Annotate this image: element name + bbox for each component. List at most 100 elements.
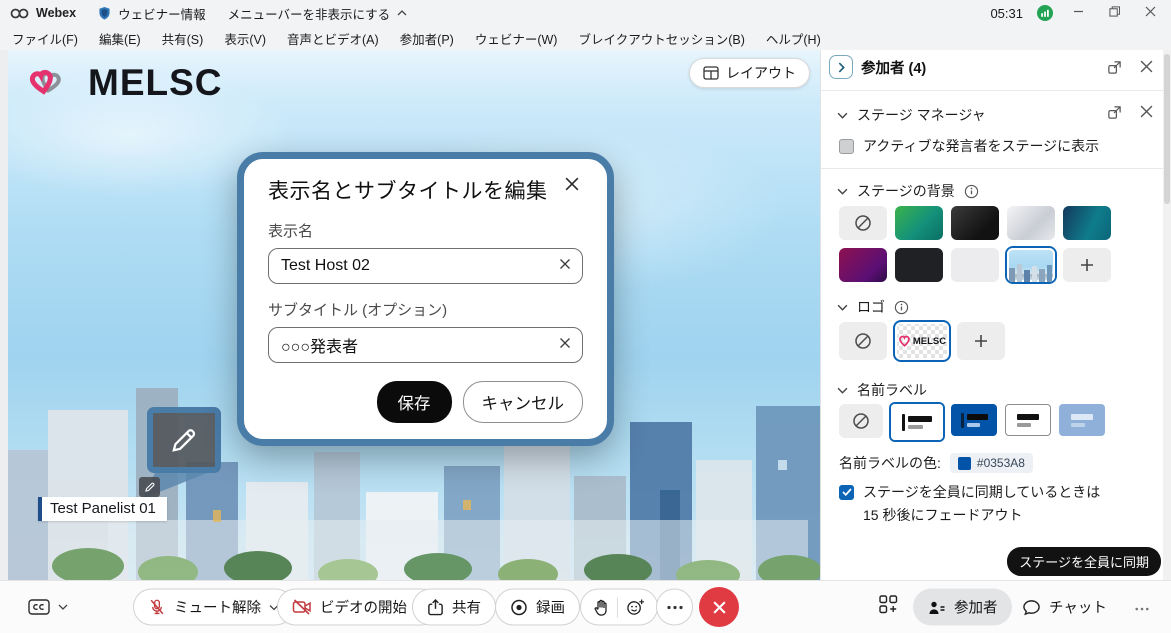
background-swatch-dark[interactable] xyxy=(951,206,999,240)
display-name-input[interactable] xyxy=(268,248,583,284)
plus-icon xyxy=(1079,257,1095,273)
stage-manager-close-icon[interactable] xyxy=(1140,105,1153,123)
menu-file[interactable]: ファイル(F) xyxy=(12,29,78,48)
menu-edit[interactable]: 編集(E) xyxy=(99,29,141,48)
title-bar: Webex ウェビナー情報 メニューバーを非表示にする 05:31 xyxy=(0,0,1171,26)
stage-manager-title: ステージ マネージャ xyxy=(857,105,986,125)
name-label-section-title: 名前ラベル xyxy=(857,380,927,400)
logo-swatch-none[interactable] xyxy=(839,322,887,360)
background-swatch-magenta[interactable] xyxy=(839,248,887,282)
name-label-color-value: #0353A8 xyxy=(977,456,1025,470)
hide-menu-bar-button[interactable]: メニューバーを非表示にする xyxy=(228,4,408,23)
menu-audio-video[interactable]: 音声とビデオ(A) xyxy=(287,29,379,48)
clear-subtitle-icon[interactable] xyxy=(559,336,571,352)
display-name-label: 表示名 xyxy=(268,220,583,241)
background-swatch-none[interactable] xyxy=(839,206,887,240)
dialog-close-button[interactable] xyxy=(561,175,583,196)
participants-toggle-button[interactable]: 参加者 xyxy=(913,589,1012,626)
sync-fade-checkbox[interactable] xyxy=(839,485,854,500)
unmute-label: ミュート解除 xyxy=(174,597,261,618)
minimize-button[interactable] xyxy=(1067,6,1089,20)
stage-manager-chevron-icon[interactable] xyxy=(837,112,848,119)
background-swatch-charcoal[interactable] xyxy=(895,248,943,282)
menu-share[interactable]: 共有(S) xyxy=(162,29,204,48)
record-label: 録画 xyxy=(536,597,565,618)
background-swatch-silver[interactable] xyxy=(1007,206,1055,240)
menu-participants[interactable]: 参加者(P) xyxy=(400,29,454,48)
name-label-style-bar-blue[interactable] xyxy=(951,404,997,436)
panel-scrollbar[interactable] xyxy=(1163,50,1171,580)
close-window-button[interactable] xyxy=(1139,6,1161,20)
melsc-heart-icon xyxy=(26,60,78,106)
restore-button[interactable] xyxy=(1103,6,1125,20)
layout-button[interactable]: レイアウト xyxy=(689,58,810,88)
captions-button[interactable] xyxy=(28,598,68,616)
leave-meeting-button[interactable] xyxy=(699,587,739,627)
edit-name-button[interactable] xyxy=(139,477,160,497)
panelist-name-label: Test Panelist 01 xyxy=(38,497,167,521)
video-stage: MELSC レイアウト Test Paneli xyxy=(8,50,820,580)
active-speaker-checkbox[interactable] xyxy=(839,139,854,154)
menu-view[interactable]: 表示(V) xyxy=(224,29,266,48)
name-label-style-plain-light[interactable] xyxy=(1005,404,1051,436)
edit-name-callout xyxy=(147,407,221,473)
chevron-up-icon xyxy=(397,10,407,16)
name-label-color-chip[interactable]: #0353A8 xyxy=(950,453,1033,473)
melsc-mini-heart-icon xyxy=(898,335,911,347)
unmute-button[interactable]: ミュート解除 xyxy=(133,589,294,626)
name-label-color-caption: 名前ラベルの色: xyxy=(839,453,941,473)
leave-x-icon xyxy=(712,600,727,615)
more-panels-button[interactable] xyxy=(1135,598,1149,616)
cancel-button[interactable]: キャンセル xyxy=(463,381,584,423)
participants-close-icon[interactable] xyxy=(1140,60,1153,78)
background-info-icon[interactable] xyxy=(964,184,979,199)
stage-brand-logo: MELSC xyxy=(26,60,223,106)
clear-display-name-icon[interactable] xyxy=(559,257,571,273)
background-chevron-icon[interactable] xyxy=(837,188,848,195)
logo-info-icon[interactable] xyxy=(894,300,909,315)
hide-menu-bar-label: メニューバーを非表示にする xyxy=(228,4,391,23)
stage-manager-popout-icon[interactable] xyxy=(1107,105,1122,123)
microphone-muted-icon xyxy=(148,598,166,617)
webinar-info-label: ウェビナー情報 xyxy=(118,4,206,23)
edit-name-dialog: 表示名とサブタイトルを編集 表示名 サブタイトル (オプション) xyxy=(237,152,614,446)
stage-background-title: ステージの背景 xyxy=(857,181,955,201)
name-label-style-bar-light-selected[interactable] xyxy=(891,404,943,440)
chat-button[interactable]: チャット xyxy=(1022,597,1107,618)
subtitle-input[interactable] xyxy=(268,327,583,363)
menu-help[interactable]: ヘルプ(H) xyxy=(766,29,821,48)
chat-label: チャット xyxy=(1049,597,1107,618)
background-swatch-light[interactable] xyxy=(951,248,999,282)
background-swatch-teal-navy[interactable] xyxy=(1063,206,1111,240)
webinar-info-button[interactable]: ウェビナー情報 xyxy=(98,4,206,23)
menu-breakout[interactable]: ブレイクアウトセッション(B) xyxy=(578,29,744,48)
logo-swatch-text: MELSC xyxy=(913,336,946,347)
logo-chevron-icon[interactable] xyxy=(837,304,848,311)
background-swatch-green[interactable] xyxy=(895,206,943,240)
background-swatch-city-selected[interactable] xyxy=(1007,248,1055,282)
start-video-label: ビデオの開始 xyxy=(320,597,407,618)
participants-popout-icon[interactable] xyxy=(1107,60,1122,78)
name-label-style-none[interactable] xyxy=(839,404,883,438)
reactions-button[interactable] xyxy=(580,589,658,626)
background-add-button[interactable] xyxy=(1063,248,1111,282)
logo-swatch-melsc-selected[interactable]: MELSC xyxy=(895,322,949,360)
layout-button-label: レイアウト xyxy=(726,63,796,83)
panel-collapse-button[interactable] xyxy=(829,55,853,79)
name-label-chevron-icon[interactable] xyxy=(837,387,848,394)
save-button[interactable]: 保存 xyxy=(377,381,452,423)
layout-grid-icon xyxy=(703,66,719,80)
share-label: 共有 xyxy=(452,597,481,618)
menu-webinar[interactable]: ウェビナー(W) xyxy=(475,29,558,48)
clock: 05:31 xyxy=(990,6,1023,21)
pencil-small-icon xyxy=(144,481,156,493)
record-button[interactable]: 録画 xyxy=(495,589,580,626)
name-label-style-translucent-blue[interactable] xyxy=(1059,404,1105,436)
more-options-button[interactable] xyxy=(656,589,693,626)
apps-button[interactable] xyxy=(878,594,899,620)
share-button[interactable]: 共有 xyxy=(412,589,496,626)
logo-add-button[interactable] xyxy=(957,322,1005,360)
sync-stage-button[interactable]: ステージを全員に同期 xyxy=(1007,547,1161,576)
chevron-down-icon xyxy=(58,604,68,610)
subtitle-label: サブタイトル (オプション) xyxy=(268,299,583,320)
